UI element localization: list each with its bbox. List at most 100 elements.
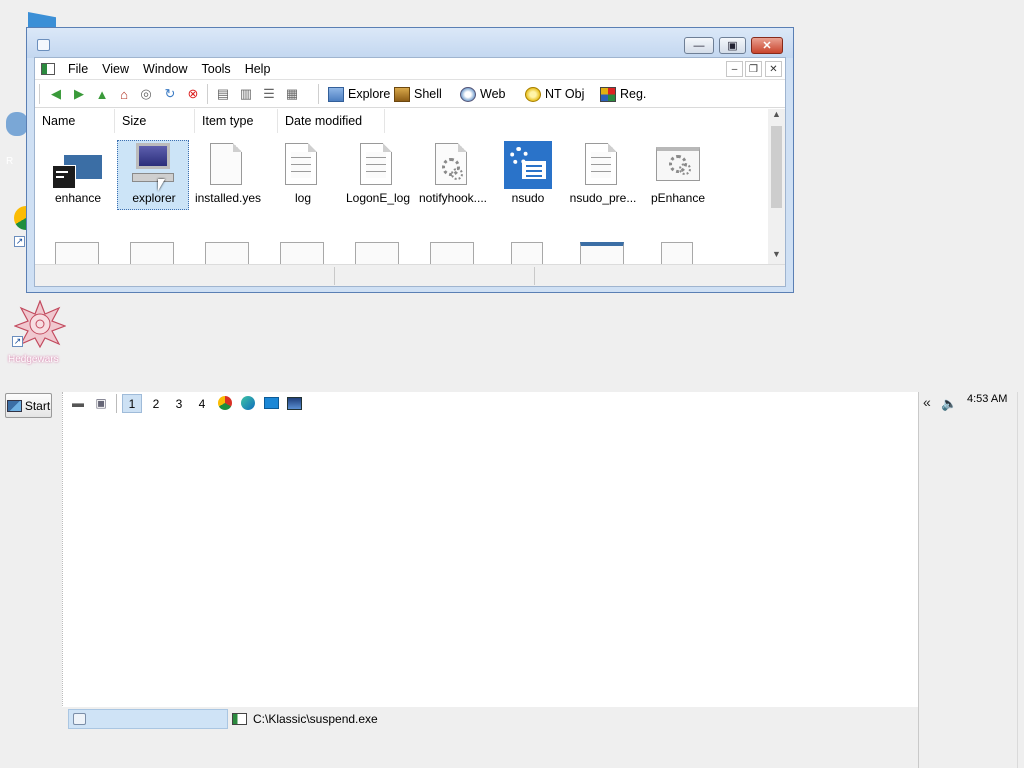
file-item[interactable]: enhance — [42, 141, 114, 211]
minimize-icon: – — [731, 63, 738, 75]
file-item-partial[interactable] — [661, 242, 693, 264]
restore-icon: ❐ — [749, 63, 758, 75]
explore-button[interactable]: Explore — [328, 85, 390, 103]
quicklaunch-app[interactable] — [286, 395, 302, 411]
menu-view[interactable]: View — [95, 62, 136, 76]
forward-button[interactable]: ▶ — [70, 85, 88, 103]
scroll-down-icon[interactable]: ▼ — [768, 249, 785, 263]
file-item-partial[interactable] — [55, 242, 99, 264]
menu-file[interactable]: File — [61, 62, 95, 76]
file-item-partial[interactable] — [130, 242, 174, 264]
virtual-desktop-4[interactable]: 4 — [192, 394, 212, 413]
file-item-label: pEnhance — [650, 191, 706, 205]
menu-window[interactable]: Window — [136, 62, 194, 76]
search-button[interactable]: ◎ — [137, 85, 155, 103]
quicklaunch-desktop[interactable] — [263, 395, 279, 411]
menu-help[interactable]: Help — [238, 62, 278, 76]
desktop-hedgewars-icon[interactable]: ↗ Hedgewars — [8, 298, 72, 368]
window-titlebar[interactable]: — ▣ ✕ — [27, 28, 793, 58]
window-app-icon[interactable] — [37, 39, 50, 51]
quicklaunch-window[interactable]: ▣ — [93, 395, 109, 411]
view-details-icon: ▦ — [285, 86, 299, 101]
view-details-button[interactable]: ▦ — [283, 85, 301, 103]
mdi-close-button[interactable]: ✕ — [765, 61, 782, 77]
ntobj-button[interactable]: NT Obj — [525, 85, 584, 103]
column-item-type[interactable]: Item type — [195, 109, 278, 133]
web-label: Web — [480, 87, 506, 101]
column-date-modified[interactable]: Date modified — [278, 109, 385, 133]
file-item-partial[interactable] — [355, 242, 399, 264]
minimize-button[interactable]: — — [684, 37, 714, 54]
window-icon: ▣ — [95, 396, 107, 410]
file-item[interactable]: notifyhook.... — [417, 141, 489, 211]
virtual-desktop-1[interactable]: 1 — [122, 394, 142, 413]
nt-object-icon — [525, 86, 541, 102]
menu-tools[interactable]: Tools — [195, 62, 238, 76]
file-item[interactable]: installed.yes — [192, 141, 264, 211]
start-logo-icon — [6, 399, 22, 412]
quicklaunch-edge[interactable] — [240, 395, 256, 411]
stop-button[interactable]: ⊗ — [184, 85, 202, 103]
search-icon: ◎ — [140, 86, 152, 101]
back-button[interactable]: ◀ — [47, 85, 65, 103]
file-item[interactable]: nsudo — [492, 141, 564, 211]
home-button[interactable]: ⌂ — [115, 85, 133, 103]
virtual-desktop-2[interactable]: 2 — [146, 394, 166, 413]
file-item-partial[interactable] — [430, 242, 474, 264]
text-file-icon — [360, 143, 392, 185]
tray-expand-icon[interactable]: « — [923, 394, 931, 410]
quicklaunch-chrome[interactable] — [217, 395, 233, 411]
mdi-restore-button[interactable]: ❐ — [745, 61, 762, 77]
status-pane — [335, 267, 535, 285]
volume-icon[interactable]: 🔈 — [941, 396, 957, 412]
menu-bar: File View Window Tools Help – ❐ ✕ — [35, 58, 785, 80]
folder-icon — [328, 86, 344, 102]
back-arrow-icon: ◀ — [51, 86, 61, 101]
close-button[interactable]: ✕ — [751, 37, 783, 54]
taskbar-window-button[interactable] — [68, 709, 228, 729]
file-item[interactable]: log — [267, 141, 339, 211]
registry-button[interactable]: Reg. — [600, 85, 646, 103]
refresh-icon: ↻ — [164, 86, 176, 101]
up-button[interactable]: ▲ — [93, 85, 111, 103]
clock[interactable]: 4:53 AM — [967, 393, 1007, 405]
refresh-button[interactable]: ↻ — [161, 85, 179, 103]
virtual-desktop-3[interactable]: 3 — [169, 394, 189, 413]
text-file-icon — [585, 143, 617, 185]
file-item-partial[interactable] — [580, 242, 624, 264]
file-item-selected[interactable]: explorer — [117, 140, 189, 210]
column-size[interactable]: Size — [115, 109, 195, 133]
mdi-minimize-button[interactable]: – — [726, 61, 743, 77]
toolbar: ◀ ▶ ▲ ⌂ ◎ ↻ ⊗ ▤ ▥ ☰ ▦ Explore Shell Web — [35, 80, 785, 108]
file-item-partial[interactable] — [205, 242, 249, 264]
desktop-icon-label: R — [6, 156, 14, 167]
quicklaunch-show-desktop[interactable]: ▬ — [70, 395, 86, 411]
app-window-icon — [52, 155, 102, 189]
document-window-icon[interactable] — [41, 62, 55, 75]
file-item[interactable]: nsudo_pre... — [567, 141, 639, 211]
file-item-partial[interactable] — [280, 242, 324, 264]
toolbar-separator — [207, 84, 208, 104]
shell-button[interactable]: Shell — [394, 85, 442, 103]
file-item-label: notifyhook.... — [418, 191, 488, 205]
forward-arrow-icon: ▶ — [74, 86, 84, 101]
file-item[interactable]: pEnhance — [642, 141, 714, 211]
view-small-button[interactable]: ▥ — [237, 85, 255, 103]
vertical-scrollbar[interactable]: ▲ ▼ — [768, 109, 785, 264]
file-item[interactable]: LogonE_log — [342, 141, 414, 211]
view-list-button[interactable]: ☰ — [260, 85, 278, 103]
taskbar-process-item[interactable]: C:\Klassic\suspend.exe — [232, 709, 378, 729]
column-name[interactable]: Name — [35, 109, 115, 133]
file-item-partial[interactable] — [511, 242, 543, 264]
web-button[interactable]: Web — [460, 85, 505, 103]
start-button[interactable]: Start — [5, 393, 52, 418]
view-list-icon: ☰ — [263, 86, 275, 101]
file-list[interactable]: Name Size Item type Date modified enhanc… — [35, 109, 768, 264]
view-large-button[interactable]: ▤ — [214, 85, 232, 103]
scroll-up-icon[interactable]: ▲ — [768, 109, 785, 123]
maximize-button[interactable]: ▣ — [719, 37, 746, 54]
scroll-thumb[interactable] — [771, 126, 782, 208]
start-label: Start — [24, 398, 51, 413]
view-small-icon: ▥ — [239, 86, 253, 101]
desktop-icon-label: Hedgewars — [8, 354, 59, 365]
